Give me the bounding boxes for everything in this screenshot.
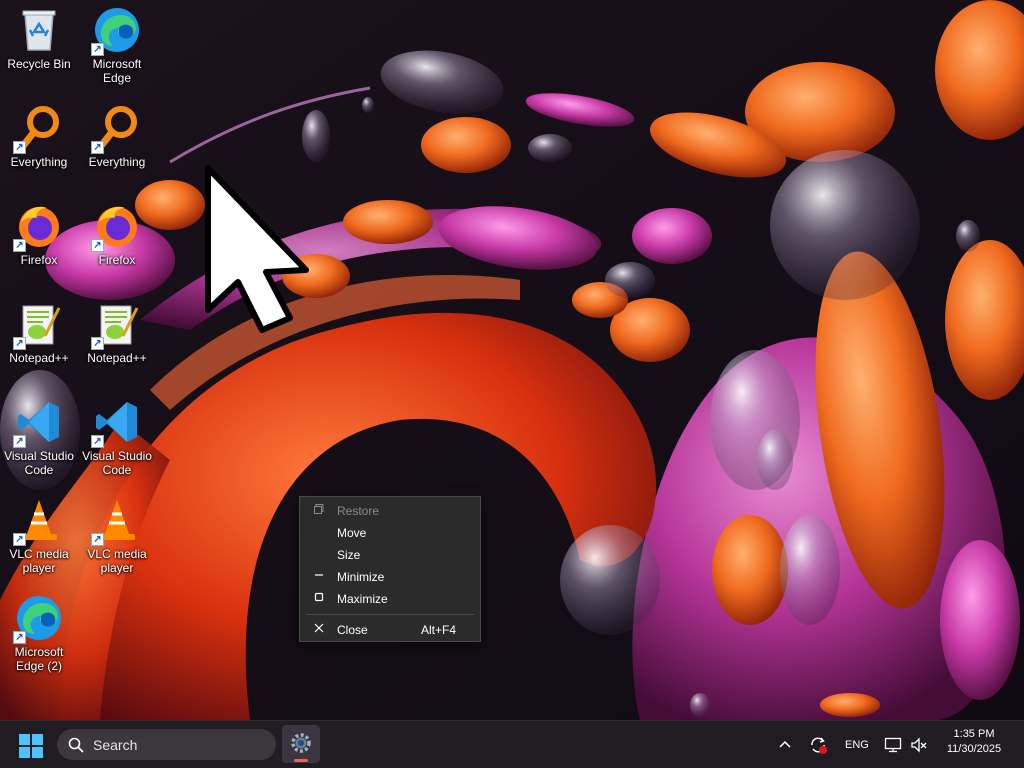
shortcut-arrow-icon: ↗ bbox=[13, 141, 26, 154]
window-context-menu: Restore Move Size Minimize Maximize Clos… bbox=[299, 496, 481, 642]
recycle-bin-icon bbox=[15, 6, 63, 54]
active-app-indicator bbox=[294, 759, 308, 762]
desktop-icon-label: Notepad++ bbox=[9, 351, 69, 365]
shortcut-arrow-icon: ↗ bbox=[91, 533, 104, 546]
vscode-icon: ↗ bbox=[91, 398, 141, 448]
desktop-icon-vlc[interactable]: ↗ VLC media player bbox=[0, 490, 78, 582]
desktop-icon-label: Recycle Bin bbox=[7, 57, 71, 71]
chevron-up-icon[interactable] bbox=[779, 739, 791, 749]
edge-icon: ↗ bbox=[91, 6, 141, 56]
vlc-icon: ↗ bbox=[91, 496, 141, 546]
shortcut-arrow-icon: ↗ bbox=[13, 435, 26, 448]
menu-item-label: Move bbox=[337, 526, 367, 540]
firefox-icon: ↗ bbox=[13, 202, 63, 252]
taskbar-search-box[interactable]: Search bbox=[57, 729, 276, 760]
desktop-icon-label: Firefox bbox=[98, 253, 136, 267]
settings-gear-icon bbox=[291, 733, 311, 753]
desktop-icon-vlc[interactable]: ↗ VLC media player bbox=[78, 490, 156, 582]
shortcut-arrow-icon: ↗ bbox=[13, 337, 26, 350]
notepadpp-icon: ↗ bbox=[91, 300, 141, 350]
desktop-icon-notepadpp[interactable]: ↗ Notepad++ bbox=[0, 294, 78, 386]
desktop-icon-label: Firefox bbox=[20, 253, 58, 267]
menu-item-label: Close bbox=[337, 623, 368, 637]
menu-item-move[interactable]: Move bbox=[300, 522, 480, 544]
volume-muted-icon[interactable] bbox=[910, 736, 928, 754]
menu-item-close[interactable]: Close Alt+F4 bbox=[300, 619, 480, 641]
desktop-icon-vscode[interactable]: ↗ Visual Studio Code bbox=[0, 392, 78, 484]
sync-error-icon[interactable] bbox=[808, 735, 828, 755]
shortcut-arrow-icon: ↗ bbox=[91, 435, 104, 448]
menu-item-accelerator: Alt+F4 bbox=[420, 623, 456, 637]
desktop-icon-label: Visual Studio Code bbox=[82, 449, 152, 477]
taskbar-app-settings[interactable] bbox=[282, 725, 320, 763]
shortcut-arrow-icon: ↗ bbox=[13, 631, 26, 644]
desktop-icon-notepadpp[interactable]: ↗ Notepad++ bbox=[78, 294, 156, 386]
search-placeholder: Search bbox=[93, 737, 138, 753]
desktop-icon-label: VLC media player bbox=[87, 547, 147, 575]
menu-item-maximize[interactable]: Maximize bbox=[300, 588, 480, 610]
shortcut-arrow-icon: ↗ bbox=[91, 43, 104, 56]
desktop-icon-label: Microsoft Edge (2) bbox=[14, 645, 64, 673]
shortcut-arrow-icon: ↗ bbox=[13, 239, 26, 252]
desktop-icon-label: Everything bbox=[10, 155, 68, 169]
restore-icon bbox=[312, 503, 326, 517]
taskbar: Search ENG 1:35 PM 11/30/2025 bbox=[0, 720, 1024, 768]
desktop-icon-microsoft-edge-2[interactable]: ↗ Microsoft Edge (2) bbox=[0, 588, 78, 680]
clock-date: 11/30/2025 bbox=[946, 743, 1002, 755]
menu-item-label: Maximize bbox=[337, 592, 388, 606]
search-icon bbox=[68, 737, 84, 753]
firefox-icon: ↗ bbox=[91, 202, 141, 252]
menu-item-label: Size bbox=[337, 548, 361, 562]
windows-logo-icon bbox=[19, 734, 43, 758]
shortcut-arrow-icon: ↗ bbox=[13, 533, 26, 546]
menu-item-minimize[interactable]: Minimize bbox=[300, 566, 480, 588]
menu-item-restore: Restore bbox=[300, 500, 480, 522]
clock[interactable]: 1:35 PM 11/30/2025 bbox=[938, 728, 1010, 755]
desktop-icon-label: Visual Studio Code bbox=[4, 449, 74, 477]
shortcut-arrow-icon: ↗ bbox=[91, 239, 104, 252]
desktop-icon-firefox[interactable]: ↗ Firefox bbox=[0, 196, 78, 288]
desktop-icon-label: Everything bbox=[88, 155, 146, 169]
desktop-icon-label: Notepad++ bbox=[87, 351, 147, 365]
shortcut-arrow-icon: ↗ bbox=[91, 337, 104, 350]
desktop-icon-microsoft-edge[interactable]: ↗ Microsoft Edge bbox=[78, 0, 156, 92]
clock-time: 1:35 PM bbox=[953, 728, 995, 740]
menu-item-label: Minimize bbox=[337, 570, 385, 584]
desktop-icon-everything[interactable]: ↗ Everything bbox=[78, 98, 156, 190]
desktop-icon-label: VLC media player bbox=[9, 547, 69, 575]
menu-item-size[interactable]: Size bbox=[300, 544, 480, 566]
menu-item-label: Restore bbox=[337, 504, 380, 518]
edge-icon: ↗ bbox=[13, 594, 63, 644]
language-indicator[interactable]: ENG bbox=[845, 739, 869, 751]
desktop-icon-label: Microsoft Edge bbox=[92, 57, 142, 85]
desktop-icon-firefox[interactable]: ↗ Firefox bbox=[78, 196, 156, 288]
vlc-icon: ↗ bbox=[13, 496, 63, 546]
desktop-icon-everything[interactable]: ↗ Everything bbox=[0, 98, 78, 190]
minimize-icon bbox=[312, 569, 326, 583]
start-button[interactable] bbox=[19, 734, 43, 758]
maximize-icon bbox=[312, 591, 326, 605]
everything-icon: ↗ bbox=[91, 104, 141, 154]
notepadpp-icon: ↗ bbox=[13, 300, 63, 350]
vscode-icon: ↗ bbox=[13, 398, 63, 448]
desktop-icon-recycle-bin[interactable]: Recycle Bin bbox=[0, 0, 78, 92]
close-icon bbox=[312, 622, 326, 636]
network-icon[interactable] bbox=[884, 736, 902, 754]
everything-icon: ↗ bbox=[13, 104, 63, 154]
desktop-icon-vscode[interactable]: ↗ Visual Studio Code bbox=[78, 392, 156, 484]
shortcut-arrow-icon: ↗ bbox=[91, 141, 104, 154]
menu-separator bbox=[306, 614, 474, 615]
